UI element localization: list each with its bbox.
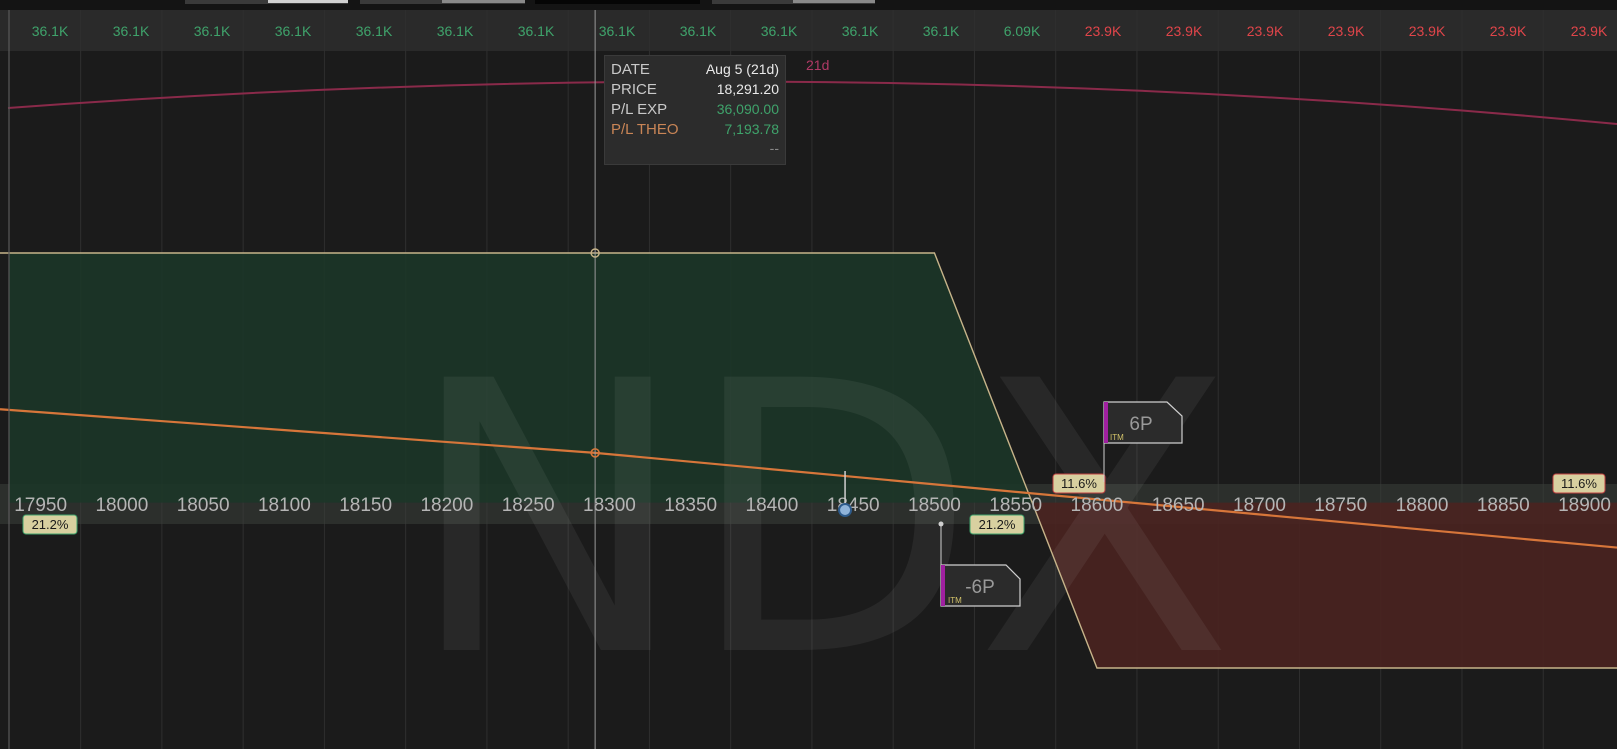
pct-marker-left: 21.2% — [22, 514, 78, 535]
pl-row-value: 36.1K — [194, 23, 231, 39]
pl-row-value: 36.1K — [32, 23, 69, 39]
pl-row-value: 36.1K — [599, 23, 636, 39]
x-tick-label: 18500 — [908, 495, 961, 516]
x-tick-label: 18000 — [95, 495, 148, 516]
pl-row-value: 23.9K — [1490, 23, 1527, 39]
svg-text:6P: 6P — [1129, 414, 1152, 435]
x-tick-label: 17950 — [14, 495, 67, 516]
x-tick-label: 18700 — [1233, 495, 1286, 516]
x-tick-label: 18250 — [502, 495, 555, 516]
pct-marker-upper-left: 11.6% — [1052, 473, 1106, 494]
pct-marker-upper-right: 11.6% — [1552, 473, 1606, 494]
tooltip-exp-value: 36,090.00 — [716, 101, 779, 117]
pl-row-value: 36.1K — [518, 23, 555, 39]
date-curve-label: 21d — [806, 57, 829, 73]
x-tick-label: 18900 — [1558, 495, 1611, 516]
svg-text:11.6%: 11.6% — [1561, 476, 1597, 491]
x-tick-label: 18300 — [583, 495, 636, 516]
svg-text:21.2%: 21.2% — [979, 517, 1016, 532]
pl-row-value: 36.1K — [761, 23, 798, 39]
pl-row-value: 36.1K — [923, 23, 960, 39]
pl-row-value: 23.9K — [1166, 23, 1203, 39]
top-tab-strip — [0, 0, 1617, 10]
pl-row-value: 36.1K — [680, 23, 717, 39]
pl-row-value: 23.9K — [1571, 23, 1608, 39]
x-tick-label: 18050 — [177, 495, 230, 516]
pl-row-value: 23.9K — [1328, 23, 1365, 39]
svg-text:21.2%: 21.2% — [32, 517, 69, 532]
x-tick-label: 18350 — [664, 495, 717, 516]
tooltip-theo-label: P/L THEO — [611, 121, 679, 138]
cursor-tooltip: DATE Aug 5 (21d) PRICE 18,291.20 P/L EXP… — [604, 55, 786, 165]
x-tick-label: 18850 — [1477, 495, 1530, 516]
x-tick-label: 18450 — [827, 495, 880, 516]
x-tick-label: 18800 — [1396, 495, 1449, 516]
symbol-watermark: NDX — [407, 303, 1233, 739]
tooltip-date-label: DATE — [611, 61, 650, 78]
tooltip-extra-value: -- — [769, 140, 779, 156]
x-tick-label: 18200 — [420, 495, 473, 516]
pl-row-value: 36.1K — [842, 23, 879, 39]
pl-row-value: 36.1K — [356, 23, 393, 39]
x-tick-label: 18650 — [1152, 495, 1205, 516]
tooltip-date-value: Aug 5 (21d) — [705, 61, 779, 77]
pct-marker-right: 21.2% — [969, 514, 1025, 535]
tooltip-exp-label: P/L EXP — [611, 101, 668, 118]
pl-row-value: 36.1K — [275, 23, 312, 39]
svg-text:ITM: ITM — [1110, 433, 1124, 442]
pl-row-value: 23.9K — [1247, 23, 1284, 39]
pl-row-value: 6.09K — [1004, 23, 1041, 39]
svg-text:ITM: ITM — [948, 596, 962, 605]
x-tick-label: 18750 — [1314, 495, 1367, 516]
x-tick-label: 18550 — [989, 495, 1042, 516]
x-tick-label: 18100 — [258, 495, 311, 516]
svg-text:-6P: -6P — [965, 577, 995, 598]
pl-row-band — [0, 10, 1617, 51]
pl-row-value: 23.9K — [1085, 23, 1122, 39]
analyze-chart[interactable]: 36.1K 36.1K 36.1K 36.1K 36.1K 36.1K 36.1K 36.1K… — [0, 0, 1617, 749]
svg-text:11.6%: 11.6% — [1061, 476, 1097, 491]
x-tick-label: 18150 — [339, 495, 392, 516]
tooltip-price-label: PRICE — [611, 81, 657, 98]
pl-row-value: 36.1K — [113, 23, 150, 39]
tooltip-theo-value: 7,193.78 — [724, 121, 780, 137]
x-tick-label: 18600 — [1071, 495, 1124, 516]
pl-row-value: 23.9K — [1409, 23, 1446, 39]
pl-row-value: 36.1K — [437, 23, 474, 39]
x-tick-label: 18400 — [746, 495, 799, 516]
tooltip-price-value: 18,291.20 — [716, 81, 779, 97]
